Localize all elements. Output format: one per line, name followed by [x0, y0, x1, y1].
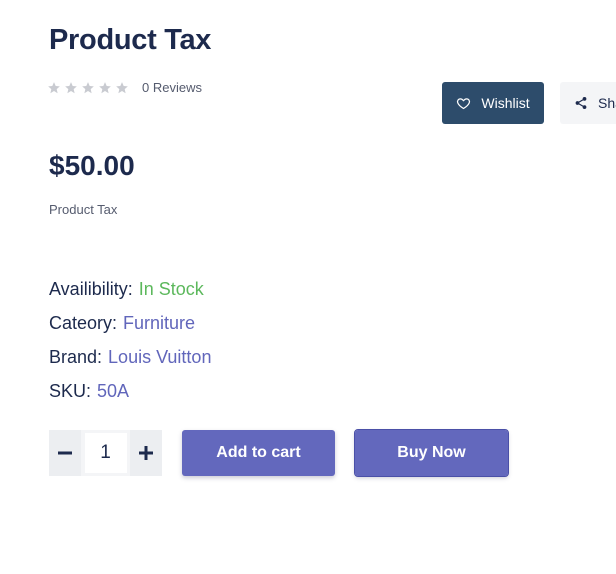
sku-value: 50A	[97, 380, 130, 401]
star-icon	[116, 81, 128, 93]
brand-link[interactable]: Louis Vuitton	[108, 347, 211, 368]
buy-now-button[interactable]: Buy Now	[354, 429, 509, 477]
product-title: Product Tax	[49, 24, 212, 56]
decrease-quantity-button[interactable]	[49, 430, 81, 476]
category-row: Cateory: Furniture	[49, 306, 211, 340]
sku-row: SKU: 50A	[49, 374, 211, 408]
product-price: $50.00	[49, 150, 135, 181]
share-button[interactable]: Share	[560, 82, 616, 124]
brand-label: Brand:	[49, 346, 103, 367]
star-icon	[48, 81, 60, 93]
quantity-stepper	[49, 430, 162, 476]
sku-label: SKU:	[49, 380, 92, 401]
star-icon	[82, 81, 94, 93]
share-icon	[575, 97, 587, 109]
product-meta: Availibility: In Stock Cateory: Furnitur…	[49, 272, 211, 408]
plus-icon	[139, 446, 153, 460]
category-label: Cateory:	[49, 312, 118, 333]
wishlist-button[interactable]: Wishlist	[442, 82, 544, 124]
add-to-cart-button[interactable]: Add to cart	[182, 430, 335, 476]
heart-icon	[457, 97, 471, 109]
quantity-input[interactable]	[84, 433, 127, 473]
short-description: Product Tax	[49, 202, 118, 217]
minus-icon	[58, 451, 72, 455]
increase-quantity-button[interactable]	[130, 430, 162, 476]
rating-stars	[47, 81, 129, 95]
brand-row: Brand: Louis Vuitton	[49, 340, 211, 374]
availability-label: Availibility:	[49, 278, 133, 299]
reviews-count[interactable]: 0 Reviews	[142, 80, 202, 95]
star-icon	[99, 81, 111, 93]
availability-row: Availibility: In Stock	[49, 272, 211, 306]
stock-status: In Stock	[138, 278, 204, 299]
wishlist-label: Wishlist	[481, 95, 530, 111]
product-rating: 0 Reviews	[47, 80, 202, 95]
share-label: Share	[598, 95, 616, 111]
category-link[interactable]: Furniture	[123, 313, 195, 334]
star-icon	[65, 81, 77, 93]
